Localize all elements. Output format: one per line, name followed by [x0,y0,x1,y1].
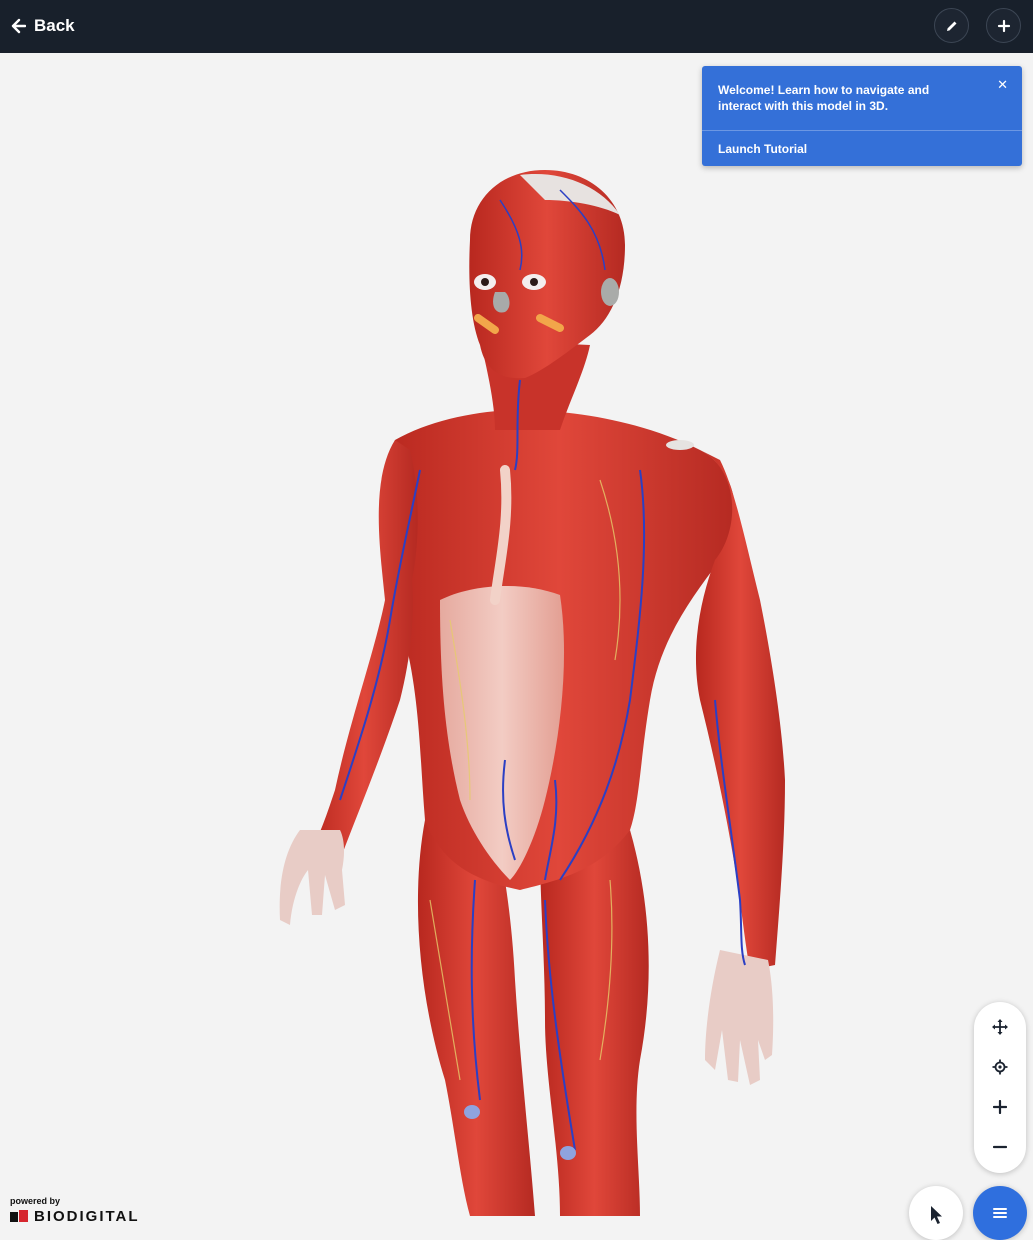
arrow-left-icon [11,18,26,34]
menu-button[interactable] [973,1186,1027,1240]
zoom-out-button[interactable] [974,1127,1026,1167]
brand-logo: BIODIGITAL [10,1208,140,1225]
powered-by-label: powered by [10,1196,61,1206]
zoom-in-icon [993,1100,1007,1114]
brand-mark-icon [10,1210,28,1222]
navigation-controls [974,1002,1026,1173]
edit-button[interactable] [934,8,969,43]
move-arrows-icon [992,1019,1008,1035]
zoom-out-icon [993,1145,1007,1149]
toast-message: Welcome! Learn how to navigate and inter… [718,83,930,113]
toast-divider [702,130,1022,131]
select-mode-button[interactable] [909,1186,963,1240]
pointer-cursor-icon [931,1206,942,1224]
brand-name: BIODIGITAL [34,1208,140,1225]
back-button[interactable]: Back [10,13,75,39]
back-label: Back [34,16,75,35]
anatomy-3d-model[interactable] [0,53,1033,1216]
zoom-in-button[interactable] [974,1087,1026,1127]
brand-footer: powered by BIODIGITAL [10,1196,138,1224]
menu-icon [993,1208,1007,1218]
add-button[interactable] [986,8,1021,43]
model-viewport[interactable] [0,53,1033,1216]
close-icon[interactable]: ✕ [997,77,1008,93]
launch-tutorial-button[interactable]: Launch Tutorial [718,142,807,156]
pencil-icon [946,21,956,31]
pan-button[interactable] [974,1007,1026,1047]
top-bar: Back [0,0,1033,53]
welcome-toast: Welcome! Learn how to navigate and inter… [702,66,1022,166]
plus-icon [997,19,1010,32]
center-button[interactable] [974,1047,1026,1087]
crosshair-icon [992,1059,1008,1075]
